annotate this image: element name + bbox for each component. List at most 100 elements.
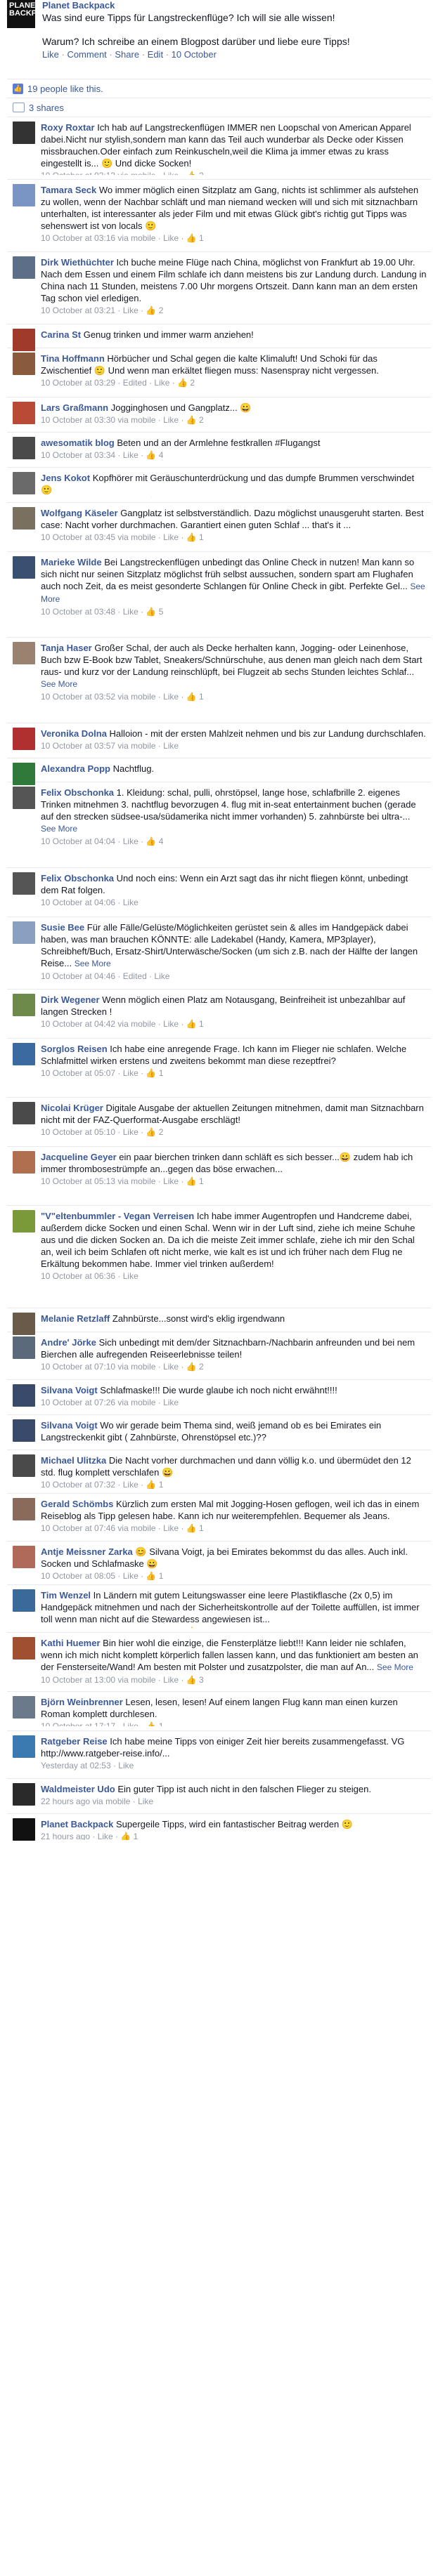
- comment-meta: 10 October at 04:42 via mobile · Like · …: [41, 1019, 204, 1029]
- comment-item: Carina St Genug trinken und immer warm a…: [7, 324, 431, 351]
- comment-body: Tina Hoffmann Hörbücher und Schal gegen …: [41, 353, 427, 393]
- comment-author[interactable]: "V"eltenbummler - Vegan Verreisen: [41, 1211, 194, 1221]
- commenter-avatar[interactable]: [13, 1498, 35, 1520]
- comment-author[interactable]: Susie Bee: [41, 922, 84, 933]
- comment-author[interactable]: Tamara Seck: [41, 185, 96, 195]
- comment-author[interactable]: Felix Obschonka: [41, 873, 114, 883]
- comment-author[interactable]: Wolfgang Käseler: [41, 508, 118, 518]
- commenter-avatar[interactable]: [13, 1043, 35, 1065]
- comment-author[interactable]: Michael Ulitzka: [41, 1455, 106, 1466]
- post-timestamp[interactable]: 10 October: [172, 49, 217, 60]
- comment-author[interactable]: Björn Weinbrenner: [41, 1697, 123, 1707]
- commenter-avatar[interactable]: [13, 1546, 35, 1568]
- comment-author[interactable]: Tina Hoffmann: [41, 353, 105, 364]
- commenter-avatar[interactable]: [13, 402, 35, 424]
- comment-author[interactable]: Silvana Voigt: [41, 1420, 98, 1431]
- commenter-avatar[interactable]: [13, 184, 35, 206]
- commenter-avatar[interactable]: [13, 437, 35, 459]
- commenter-avatar[interactable]: [13, 1818, 35, 1841]
- comment-author[interactable]: Kathi Huemer: [41, 1638, 101, 1648]
- comment-author[interactable]: Andre' Jörke: [41, 1337, 96, 1348]
- commenter-avatar[interactable]: [13, 121, 35, 144]
- comment-author[interactable]: Waldmeister Udo: [41, 1784, 115, 1794]
- commenter-avatar[interactable]: [13, 1384, 35, 1407]
- comment-meta: 10 October at 06:36 via mobile · Like: [41, 1325, 427, 1327]
- commenter-avatar[interactable]: [13, 921, 35, 944]
- comment-author[interactable]: Jens Kokot: [41, 473, 90, 483]
- comment-body: Michael Ulitzka Die Nacht vorher durchma…: [41, 1454, 427, 1489]
- comment-author[interactable]: Ratgeber Reise: [41, 1736, 108, 1747]
- comment-author[interactable]: Gerald Schömbs: [41, 1499, 113, 1509]
- comment-author[interactable]: Sorglos Reisen: [41, 1044, 108, 1054]
- comment-author[interactable]: Alexandra Popp: [41, 763, 110, 774]
- commenter-avatar[interactable]: [13, 787, 35, 809]
- commenter-avatar[interactable]: [13, 1210, 35, 1233]
- commenter-avatar[interactable]: [13, 1735, 35, 1758]
- page-avatar[interactable]: PLANET BACKPACK: [7, 0, 53, 28]
- commenter-avatar[interactable]: [13, 642, 35, 664]
- commenter-avatar[interactable]: [13, 1696, 35, 1719]
- commenter-avatar[interactable]: [13, 994, 35, 1016]
- commenter-avatar[interactable]: [13, 1419, 35, 1442]
- comment-author[interactable]: Roxy Roxtar: [41, 122, 95, 133]
- commenter-avatar[interactable]: [13, 872, 35, 895]
- comment-author[interactable]: Marieke Wilde: [41, 557, 102, 567]
- comment-author[interactable]: Carina St: [41, 329, 81, 340]
- comment-author[interactable]: Tanja Haser: [41, 643, 92, 653]
- comment-item: Felix Obschonka Und noch eins: Wenn ein …: [7, 867, 431, 916]
- see-more-link[interactable]: See More: [75, 959, 111, 968]
- comment-link[interactable]: Comment: [67, 49, 106, 60]
- comment-author[interactable]: Antje Meissner Zarka: [41, 1546, 133, 1557]
- comment-author[interactable]: Veronika Dolna: [41, 728, 107, 739]
- see-more-link[interactable]: See More: [41, 679, 77, 689]
- commenter-avatar[interactable]: [13, 1102, 35, 1124]
- see-more-link[interactable]: See More: [377, 1662, 413, 1672]
- commenter-avatar[interactable]: [13, 1336, 35, 1359]
- comment-item: Andre' Jörke Sich unbedingt mit dem/der …: [7, 1332, 431, 1379]
- see-more-link[interactable]: See More: [41, 824, 77, 834]
- commenter-avatar[interactable]: [13, 1313, 35, 1335]
- share-link[interactable]: Share: [115, 49, 139, 60]
- comment-author[interactable]: Melanie Retzlaff: [41, 1313, 110, 1324]
- commenter-avatar[interactable]: [13, 353, 35, 375]
- comment-author[interactable]: Jacqueline Geyer: [41, 1152, 117, 1162]
- comment-meta: 10 October at 08:05 · Like · 👍 1: [41, 1571, 164, 1580]
- commenter-avatar[interactable]: [13, 256, 35, 279]
- commenter-avatar[interactable]: [13, 1589, 35, 1612]
- comment-author[interactable]: Felix Obschonka: [41, 787, 114, 798]
- commenter-avatar[interactable]: [13, 556, 35, 579]
- commenter-avatar[interactable]: [13, 1783, 35, 1806]
- comment-meta: Yesterday at 02:53 · Like: [41, 1761, 134, 1770]
- comment-author[interactable]: Silvana Voigt: [41, 1385, 98, 1395]
- edit-link[interactable]: Edit: [148, 49, 163, 60]
- comment-author[interactable]: Lars Graßmann: [41, 402, 108, 413]
- comment-meta: 10 October at 03:23 · Like: [41, 341, 427, 343]
- commenter-avatar[interactable]: [13, 472, 35, 494]
- comment-author[interactable]: Dirk Wiethüchter: [41, 257, 114, 268]
- comment-item: Michael Ulitzka Die Nacht vorher durchma…: [7, 1450, 431, 1493]
- comment-author[interactable]: Tim Wenzel: [41, 1590, 91, 1601]
- likes-summary[interactable]: 👍 19 people like this.: [7, 79, 431, 98]
- comment-item: Jacqueline Geyer ein paar bierchen trink…: [7, 1146, 431, 1205]
- like-link[interactable]: Like: [42, 49, 59, 60]
- commenter-avatar[interactable]: [13, 1637, 35, 1660]
- comment-author[interactable]: awesomatik blog: [41, 438, 115, 448]
- commenter-avatar[interactable]: [13, 1454, 35, 1477]
- shares-summary-text[interactable]: 3 shares: [29, 103, 64, 113]
- commenter-avatar[interactable]: [13, 329, 35, 351]
- commenter-avatar[interactable]: [13, 763, 35, 785]
- commenter-avatar[interactable]: [13, 507, 35, 530]
- comment-author[interactable]: Nicolai Krüger: [41, 1103, 103, 1113]
- comment-body: Dirk Wiethüchter Ich buche meine Flüge n…: [41, 256, 427, 320]
- commenter-avatar[interactable]: [13, 1151, 35, 1174]
- comment-item: "V"eltenbummler - Vegan Verreisen Ich ha…: [7, 1205, 431, 1308]
- comment-author[interactable]: Planet Backpack: [41, 1819, 113, 1829]
- shares-summary[interactable]: 3 shares: [7, 98, 431, 117]
- comment-meta: 10 October at 03:21 · Like · 👍 2: [41, 305, 164, 315]
- commenter-avatar[interactable]: [13, 728, 35, 750]
- comment-author[interactable]: Dirk Wegener: [41, 994, 100, 1005]
- comment-text: Nachtflug.: [112, 763, 155, 774]
- comment-text: Genug trinken und immer warm anziehen!: [83, 329, 254, 340]
- post-author[interactable]: Planet Backpack: [42, 0, 431, 11]
- likes-summary-text[interactable]: 19 people like this.: [27, 84, 103, 94]
